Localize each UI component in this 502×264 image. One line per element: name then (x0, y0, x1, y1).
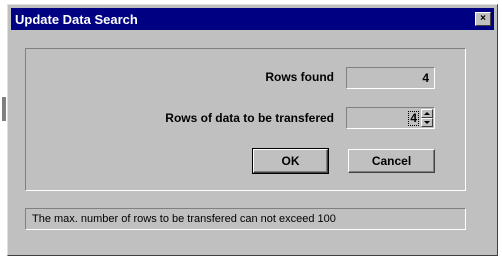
close-button[interactable]: × (475, 12, 491, 26)
spin-up-icon (424, 112, 430, 115)
title-bar[interactable]: Update Data Search × (11, 8, 494, 30)
window-title: Update Data Search (15, 11, 138, 27)
background-edge-mark (2, 97, 6, 121)
rows-found-field: 4 (346, 67, 435, 89)
rows-transfer-label: Rows of data to be transfered (165, 111, 334, 125)
spin-buttons (421, 109, 433, 127)
status-bar: The max. number of rows to be transfered… (25, 208, 466, 230)
spin-up-button[interactable] (421, 109, 433, 118)
spin-down-button[interactable] (421, 118, 433, 127)
search-results-group: Rows found 4 Rows of data to be transfer… (25, 48, 466, 191)
rows-transfer-value[interactable]: 4 (408, 110, 419, 126)
rows-found-value: 4 (422, 71, 429, 85)
rows-found-label: Rows found (265, 70, 334, 84)
rows-transfer-spinner[interactable]: 4 (346, 107, 435, 129)
ok-button-label: OK (281, 154, 300, 168)
spin-down-icon (424, 121, 430, 124)
cancel-button-label: Cancel (371, 154, 412, 168)
cancel-button[interactable]: Cancel (348, 149, 435, 173)
status-message: The max. number of rows to be transfered… (32, 213, 336, 225)
ok-button[interactable]: OK (252, 148, 329, 174)
close-icon: × (480, 13, 486, 24)
